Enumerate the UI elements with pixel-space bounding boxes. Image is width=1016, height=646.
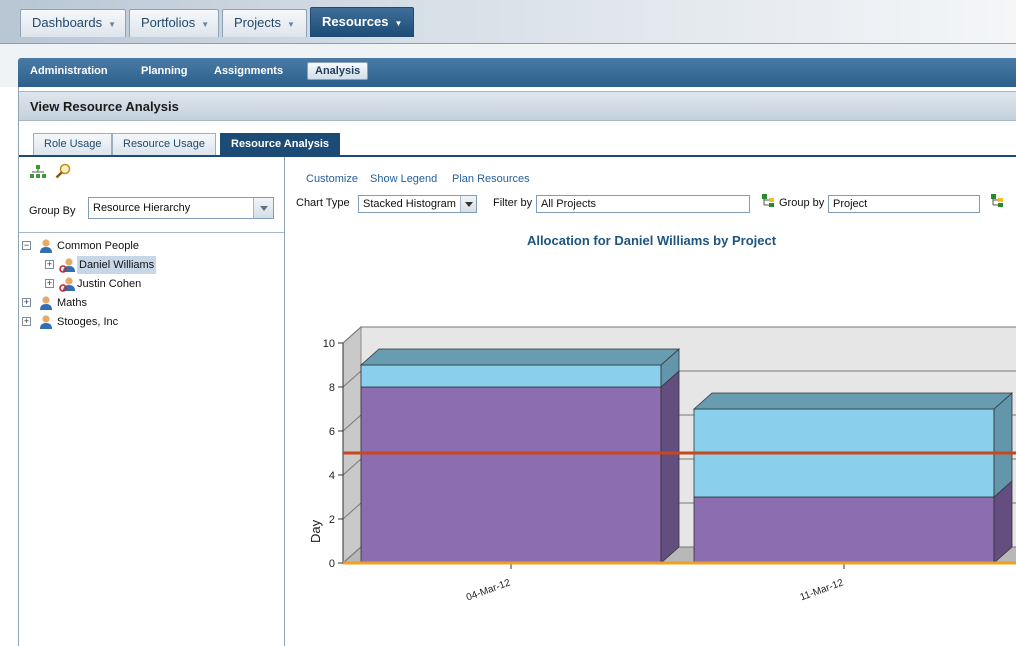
subnav-administration[interactable]: Administration bbox=[30, 65, 108, 77]
chevron-down-icon: ▼ bbox=[201, 20, 210, 29]
person-icon bbox=[40, 296, 52, 310]
subnav-assignments[interactable]: Assignments bbox=[214, 65, 283, 77]
tab-resource-analysis[interactable]: Resource Analysis bbox=[220, 133, 341, 155]
group-by-value: Resource Hierarchy bbox=[93, 202, 191, 214]
top-tab-portfolios[interactable]: Portfolios ▼ bbox=[129, 9, 219, 37]
y-tick-label: 10 bbox=[323, 338, 335, 350]
tree-node-common-people[interactable]: − Common People bbox=[22, 237, 222, 255]
top-tab-dashboards[interactable]: Dashboards ▼ bbox=[20, 9, 126, 37]
expand-icon[interactable]: + bbox=[22, 298, 31, 307]
bar-top bbox=[692, 392, 1014, 410]
sub-nav-bar: Administration Planning Assignments Anal… bbox=[18, 58, 1016, 87]
tree-picker-icon[interactable] bbox=[762, 194, 775, 208]
top-tab-label: Resources bbox=[322, 14, 389, 29]
top-tab-label: Portfolios bbox=[141, 15, 196, 30]
group-by-select[interactable]: Resource Hierarchy bbox=[88, 197, 274, 219]
bar-segment bbox=[360, 386, 662, 564]
top-nav-bar: Dashboards ▼ Portfolios ▼ Projects ▼ Resour… bbox=[0, 0, 1016, 44]
tree-node-label: Stooges, Inc bbox=[57, 316, 119, 328]
y-tick-label: 4 bbox=[329, 470, 335, 482]
person-icon bbox=[40, 239, 52, 253]
group-by-label: Group By bbox=[29, 205, 76, 217]
tree-node-justin-cohen[interactable]: + Justin Cohen bbox=[45, 275, 245, 293]
x-tick-label: 04-Mar-12 bbox=[465, 577, 513, 603]
filter-by-label: Filter by bbox=[493, 197, 533, 209]
customize-link[interactable]: Customize bbox=[306, 173, 358, 185]
y-tick-label: 2 bbox=[329, 514, 335, 526]
subnav-analysis[interactable]: Analysis bbox=[307, 62, 369, 80]
expand-icon[interactable]: + bbox=[45, 279, 54, 288]
chevron-down-icon bbox=[460, 196, 476, 212]
top-tab-label: Dashboards bbox=[32, 15, 103, 30]
top-tab-resources[interactable]: Resources ▼ bbox=[310, 7, 414, 37]
chart-type-select[interactable]: Stacked Histogram bbox=[358, 195, 477, 213]
tree-node-label: Daniel Williams bbox=[77, 256, 157, 274]
analysis-panel: Customize Show Legend Plan Resources Cha… bbox=[286, 157, 1016, 646]
chevron-down-icon: ▼ bbox=[394, 19, 403, 28]
search-icon[interactable] bbox=[55, 163, 71, 179]
collapse-icon[interactable]: − bbox=[22, 241, 31, 250]
tree-node-label: Common People bbox=[57, 240, 139, 252]
chart-side-wall bbox=[342, 325, 362, 565]
bar-side bbox=[993, 392, 1013, 498]
chevron-down-icon: ▼ bbox=[108, 20, 117, 29]
plan-resources-link[interactable]: Plan Resources bbox=[452, 173, 530, 185]
top-tab-projects[interactable]: Projects ▼ bbox=[222, 9, 307, 37]
sub-nav: Administration Planning Assignments Anal… bbox=[0, 44, 1016, 87]
tree-node-stooges-inc[interactable]: + Stooges, Inc bbox=[22, 313, 222, 331]
y-tick-label: 8 bbox=[329, 382, 335, 394]
tree-node-daniel-williams[interactable]: + Daniel Williams bbox=[45, 256, 245, 274]
y-tick-label: 6 bbox=[329, 426, 335, 438]
tree-picker-icon[interactable] bbox=[991, 194, 1004, 208]
bar-segment bbox=[693, 496, 995, 564]
show-legend-link[interactable]: Show Legend bbox=[370, 173, 437, 185]
view-header: View Resource Analysis bbox=[19, 91, 1016, 121]
tab-role-usage[interactable]: Role Usage bbox=[33, 133, 113, 155]
tree-node-maths[interactable]: + Maths bbox=[22, 294, 222, 312]
expand-icon[interactable]: + bbox=[45, 260, 54, 269]
tab-resource-usage[interactable]: Resource Usage bbox=[112, 133, 216, 155]
x-tick-label: 11-Mar-12 bbox=[799, 577, 846, 603]
content-frame: View Resource Analysis Role Usage Resour… bbox=[18, 87, 1016, 646]
bar-side bbox=[660, 370, 680, 564]
top-tab-label: Projects bbox=[234, 15, 281, 30]
y-axis-label: Day bbox=[308, 519, 323, 543]
chevron-down-icon: ▼ bbox=[286, 20, 295, 29]
page-title: View Resource Analysis bbox=[30, 99, 179, 114]
bar-top bbox=[359, 348, 681, 366]
tree-node-label: Justin Cohen bbox=[77, 278, 142, 290]
y-tick-label: 0 bbox=[329, 558, 335, 570]
person-overallocated-icon bbox=[59, 277, 75, 292]
analysis-tabs: Role Usage Resource Usage Resource Analy… bbox=[19, 121, 1016, 157]
person-overallocated-icon bbox=[59, 258, 75, 273]
subnav-planning[interactable]: Planning bbox=[141, 65, 187, 77]
resource-tree-panel: Group By Resource Hierarchy − Common Peo… bbox=[19, 157, 285, 646]
filter-by-field[interactable]: All Projects bbox=[536, 195, 750, 213]
chart-type-label: Chart Type bbox=[296, 197, 350, 209]
allocation-chart: 0 2 4 6 8 10 04-Mar-12 11-Mar-12 bbox=[323, 325, 1016, 604]
group-by-field[interactable]: Project bbox=[828, 195, 980, 213]
resource-tree: − Common People + Daniel Williams + Just… bbox=[19, 232, 284, 646]
tree-node-label: Maths bbox=[57, 297, 87, 309]
chart-type-value: Stacked Histogram bbox=[363, 198, 456, 210]
hierarchy-icon[interactable] bbox=[30, 165, 46, 179]
person-icon bbox=[40, 315, 52, 329]
expand-icon[interactable]: + bbox=[22, 317, 31, 326]
group-by-label-chart: Group by bbox=[779, 197, 825, 209]
chart-title: Allocation for Daniel Williams by Projec… bbox=[526, 233, 777, 248]
bar-segment bbox=[360, 364, 662, 388]
chevron-down-icon bbox=[253, 198, 273, 218]
